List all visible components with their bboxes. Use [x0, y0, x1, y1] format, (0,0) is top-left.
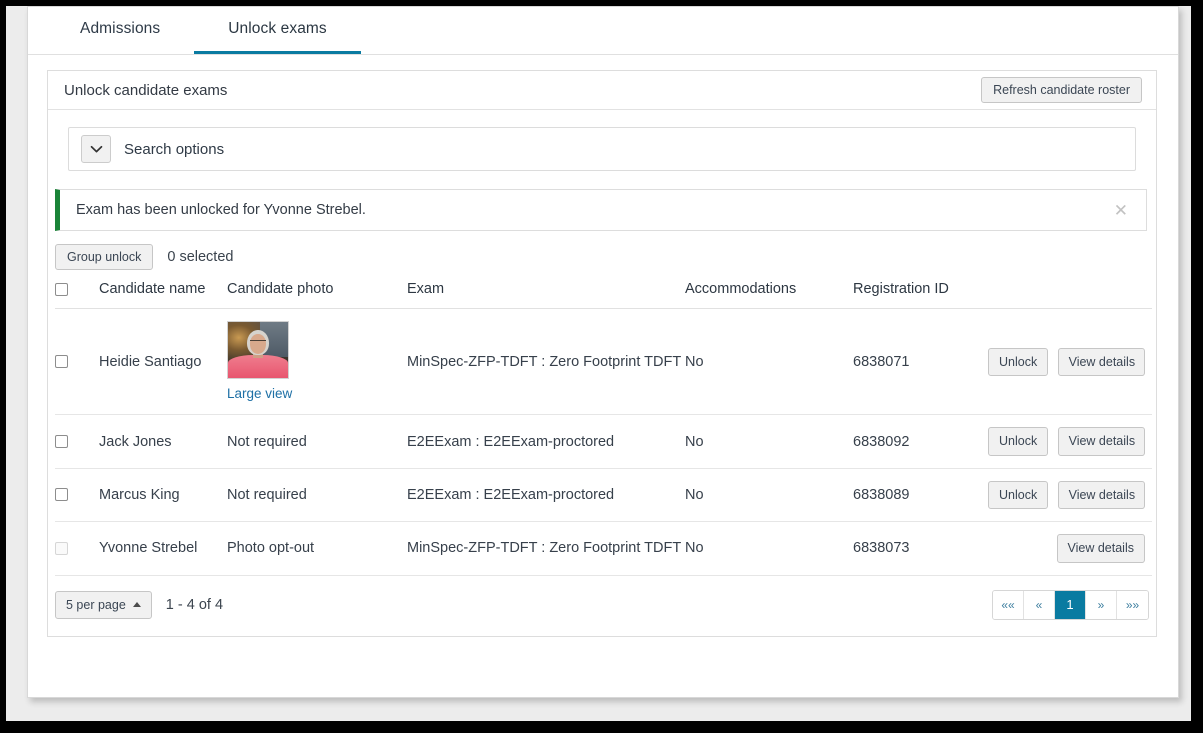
per-page-label: 5 per page: [66, 597, 126, 612]
cell-candidate-photo: Large view: [227, 308, 407, 416]
per-page-dropdown[interactable]: 5 per page: [55, 590, 152, 619]
row-select-cell: [55, 521, 99, 576]
pagination-last-button[interactable]: »»: [1117, 590, 1148, 619]
cell-registration-id: 6838089: [853, 468, 988, 523]
row-select-cell: [55, 308, 99, 416]
table-row: Jack Jones Not required E2EExam : E2EExa…: [55, 414, 1152, 469]
header-candidate-photo: Candidate photo: [227, 281, 407, 310]
pagination-page-1-button[interactable]: 1: [1055, 590, 1086, 619]
cell-candidate-name: Heidie Santiago: [99, 308, 227, 416]
screenshot-root: Admissions Unlock exams Unlock candidate…: [0, 0, 1203, 733]
cell-candidate-photo: Photo opt-out: [227, 521, 407, 576]
search-options-label: Search options: [124, 140, 225, 158]
pagination-first-button[interactable]: ««: [993, 590, 1024, 619]
cell-registration-id: 6838092: [853, 414, 988, 469]
header-candidate-name: Candidate name: [99, 281, 227, 310]
cell-actions: Unlock View details: [988, 414, 1152, 469]
tab-unlock-exams[interactable]: Unlock exams: [194, 7, 361, 54]
table-header-row: Candidate name Candidate photo Exam Acco…: [55, 281, 1152, 310]
search-options-box[interactable]: Search options: [68, 127, 1136, 171]
table-row: Heidie Santiago Large view MinSpec-ZFP-T…: [55, 308, 1152, 416]
unlock-button[interactable]: Unlock: [988, 347, 1048, 377]
row-checkbox: [55, 541, 68, 555]
refresh-candidate-roster-button[interactable]: Refresh candidate roster: [981, 76, 1142, 104]
cell-registration-id: 6838073: [853, 521, 988, 576]
cell-candidate-name: Jack Jones: [99, 414, 227, 469]
table-row: Marcus King Not required E2EExam : E2EEx…: [55, 468, 1152, 523]
header-accommodations: Accommodations: [685, 281, 853, 310]
footer-left-group: 5 per page 1 - 4 of 4: [55, 590, 224, 619]
cell-registration-id: 6838071: [853, 308, 988, 416]
select-all-header: [55, 281, 99, 310]
cell-exam: MinSpec-ZFP-TDFT : Zero Footprint TDFT: [407, 308, 685, 416]
success-alert: Exam has been unlocked for Yvonne Strebe…: [55, 189, 1147, 231]
group-action-bar: Group unlock 0 selected: [48, 231, 1156, 281]
table-body: Heidie Santiago Large view MinSpec-ZFP-T…: [55, 308, 1152, 576]
tab-bar: Admissions Unlock exams: [28, 7, 1178, 55]
unlock-button[interactable]: Unlock: [988, 480, 1048, 510]
table-header: Candidate name Candidate photo Exam Acco…: [55, 281, 1152, 310]
select-all-checkbox[interactable]: [55, 282, 68, 296]
candidate-roster-table: Candidate name Candidate photo Exam Acco…: [55, 281, 1152, 576]
cell-accommodations: No: [685, 468, 853, 523]
tab-unlock-exams-label: Unlock exams: [228, 20, 327, 37]
large-view-link[interactable]: Large view: [227, 386, 292, 401]
view-details-button[interactable]: View details: [1057, 347, 1145, 377]
search-options-section: Search options: [48, 110, 1156, 171]
tab-admissions-label: Admissions: [80, 20, 161, 37]
result-range-label: 1 - 4 of 4: [165, 596, 224, 613]
cell-actions: Unlock View details: [988, 468, 1152, 523]
view-details-button[interactable]: View details: [1057, 480, 1145, 510]
cell-candidate-name: Yvonne Strebel: [99, 521, 227, 576]
header-exam: Exam: [407, 281, 685, 310]
close-icon[interactable]: ✕: [1110, 200, 1132, 221]
pagination: «« « 1 » »»: [992, 589, 1149, 620]
cell-actions: View details: [988, 521, 1152, 576]
alert-message: Exam has been unlocked for Yvonne Strebe…: [76, 202, 366, 218]
header-actions: [988, 281, 1152, 310]
cell-candidate-photo: Not required: [227, 468, 407, 523]
page-title: Unlock candidate exams: [64, 81, 228, 99]
alert-section: Exam has been unlocked for Yvonne Strebe…: [48, 171, 1156, 231]
pagination-prev-button[interactable]: «: [1024, 590, 1055, 619]
cell-actions: Unlock View details: [988, 308, 1152, 416]
cell-accommodations: No: [685, 414, 853, 469]
group-unlock-button[interactable]: Group unlock: [55, 244, 154, 271]
view-details-button[interactable]: View details: [1057, 427, 1145, 456]
desktop-background: Admissions Unlock exams Unlock candidate…: [6, 6, 1191, 721]
caret-up-icon: [132, 602, 141, 607]
pagination-next-button[interactable]: »: [1086, 590, 1117, 619]
header-registration-id: Registration ID: [853, 281, 988, 310]
cell-exam: MinSpec-ZFP-TDFT : Zero Footprint TDFT: [407, 521, 685, 576]
cell-exam: E2EExam : E2EExam-proctored: [407, 414, 685, 469]
unlock-candidate-exams-panel: Unlock candidate exams Refresh candidate…: [47, 70, 1157, 637]
unlock-button[interactable]: Unlock: [988, 427, 1048, 456]
row-select-cell: [55, 468, 99, 523]
tab-admissions[interactable]: Admissions: [46, 7, 194, 54]
row-checkbox[interactable]: [55, 355, 68, 369]
chevron-down-icon[interactable]: [81, 135, 111, 163]
app-card: Admissions Unlock exams Unlock candidate…: [27, 6, 1179, 698]
row-checkbox[interactable]: [55, 488, 68, 502]
panel-header: Unlock candidate exams Refresh candidate…: [48, 71, 1156, 110]
cell-exam: E2EExam : E2EExam-proctored: [407, 468, 685, 523]
cell-accommodations: No: [685, 308, 853, 416]
row-checkbox[interactable]: [55, 435, 68, 449]
table-row: Yvonne Strebel Photo opt-out MinSpec-ZFP…: [55, 521, 1152, 576]
table-footer: 5 per page 1 - 4 of 4 «« « 1 » »»: [48, 576, 1156, 636]
cell-candidate-name: Marcus King: [99, 468, 227, 523]
cell-candidate-photo: Not required: [227, 414, 407, 469]
view-details-button[interactable]: View details: [1056, 534, 1145, 563]
selected-count-label: 0 selected: [167, 249, 234, 266]
candidate-photo-thumbnail[interactable]: [227, 321, 289, 380]
cell-accommodations: No: [685, 521, 853, 576]
row-select-cell: [55, 414, 99, 469]
